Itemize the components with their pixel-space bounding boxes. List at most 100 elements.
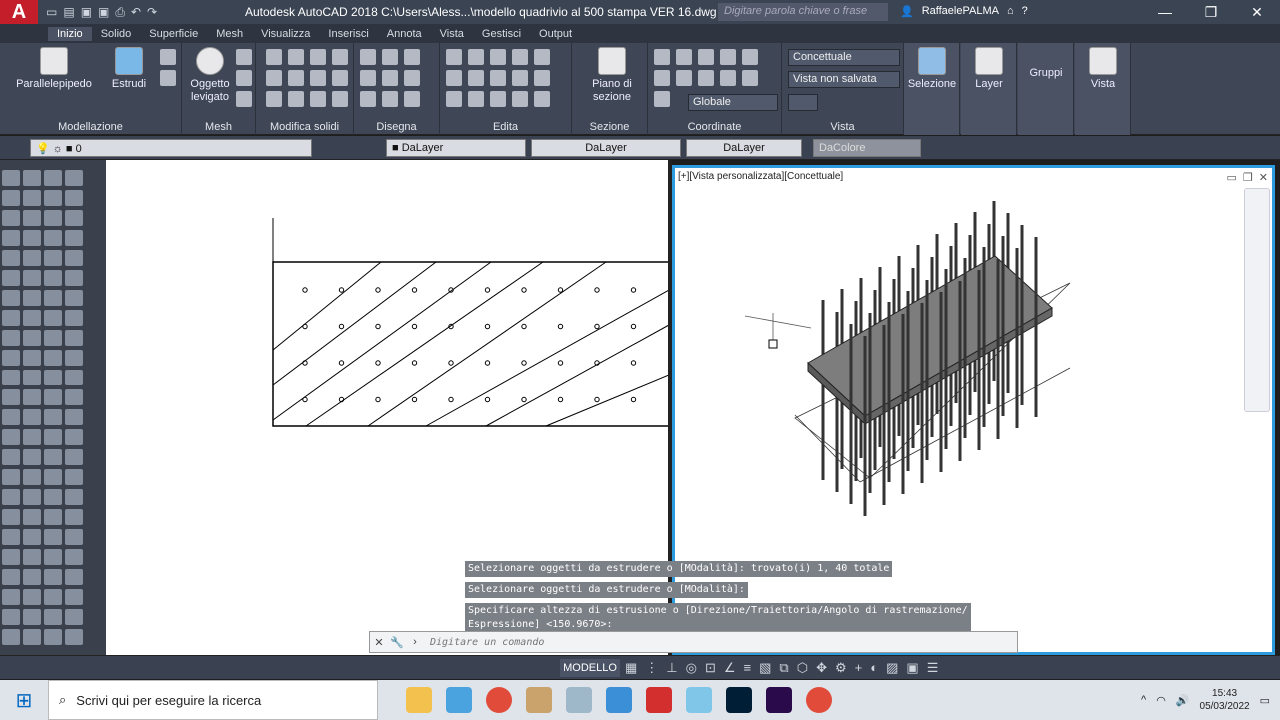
move-icon[interactable] bbox=[468, 49, 484, 65]
palette-tool-icon[interactable] bbox=[2, 569, 20, 586]
palette-tool-icon[interactable] bbox=[65, 628, 83, 645]
panel-layer[interactable]: Layer bbox=[961, 43, 1017, 135]
tab-gestisci[interactable]: Gestisci bbox=[473, 27, 530, 41]
3d-osnap-icon[interactable]: ⬡ bbox=[797, 660, 808, 676]
palette-tool-icon[interactable] bbox=[65, 209, 83, 226]
palette-tool-icon[interactable] bbox=[2, 549, 20, 566]
windows-start-icon[interactable]: ⊞ bbox=[0, 688, 48, 713]
panel-title-disegna[interactable]: Disegna bbox=[354, 121, 439, 133]
premiere-icon[interactable] bbox=[766, 687, 792, 713]
mesh-smooth-icon[interactable] bbox=[236, 49, 252, 65]
lineweight-combo[interactable]: DaLayer bbox=[686, 139, 802, 157]
palette-tool-icon[interactable] bbox=[65, 329, 83, 346]
palette-tool-icon[interactable] bbox=[23, 229, 41, 246]
palette-tool-icon[interactable] bbox=[23, 509, 41, 526]
palette-tool-icon[interactable] bbox=[44, 389, 62, 406]
mesh-crease-icon[interactable] bbox=[236, 91, 252, 107]
taskbar-search[interactable]: ⌕ Scrivi qui per eseguire la ricerca bbox=[48, 680, 378, 720]
palette-tool-icon[interactable] bbox=[65, 469, 83, 486]
palette-tool-icon[interactable] bbox=[23, 209, 41, 226]
palette-tool-icon[interactable] bbox=[23, 569, 41, 586]
palette-tool-icon[interactable] bbox=[2, 509, 20, 526]
palette-tool-icon[interactable] bbox=[23, 189, 41, 206]
ucs-z-icon[interactable] bbox=[742, 49, 758, 65]
ucs-icon-toggle[interactable] bbox=[654, 91, 670, 107]
ucs-icon[interactable] bbox=[654, 49, 670, 65]
photoshop-icon[interactable] bbox=[726, 687, 752, 713]
erase-icon[interactable] bbox=[446, 91, 462, 107]
saved-view-combo[interactable]: Vista non salvata bbox=[788, 71, 900, 88]
palette-tool-icon[interactable] bbox=[44, 569, 62, 586]
plus-icon[interactable]: + bbox=[855, 660, 863, 676]
palette-tool-icon[interactable] bbox=[23, 589, 41, 605]
palette-tool-icon[interactable] bbox=[44, 628, 62, 645]
photos-icon[interactable] bbox=[606, 687, 632, 713]
tray-chevron-icon[interactable]: ^ bbox=[1141, 694, 1146, 706]
rotate-icon[interactable] bbox=[512, 49, 528, 65]
palette-tool-icon[interactable] bbox=[44, 170, 62, 186]
panel-title-modellazione[interactable]: Modellazione bbox=[0, 121, 181, 133]
tab-superficie[interactable]: Superficie bbox=[140, 27, 207, 41]
open-icon[interactable]: ▤ bbox=[63, 5, 74, 20]
intersect-icon[interactable] bbox=[310, 49, 326, 65]
command-input[interactable] bbox=[430, 636, 950, 648]
chrome-icon[interactable] bbox=[486, 687, 512, 713]
tab-output[interactable]: Output bbox=[530, 27, 581, 41]
palette-tool-icon[interactable] bbox=[65, 309, 83, 326]
vista-button[interactable]: Vista bbox=[1077, 47, 1129, 91]
palette-tool-icon[interactable] bbox=[23, 269, 41, 286]
minimize-button[interactable]: — bbox=[1142, 0, 1188, 24]
palette-tool-icon[interactable] bbox=[2, 469, 20, 486]
palette-tool-icon[interactable] bbox=[23, 409, 41, 426]
command-prompt-icon[interactable]: › bbox=[406, 636, 424, 648]
file-explorer-icon[interactable] bbox=[406, 687, 432, 713]
presspull-icon[interactable] bbox=[160, 70, 176, 86]
palette-tool-icon[interactable] bbox=[44, 309, 62, 326]
palette-tool-icon[interactable] bbox=[44, 229, 62, 246]
slice-icon[interactable] bbox=[332, 49, 348, 65]
palette-tool-icon[interactable] bbox=[44, 509, 62, 526]
polysolid-icon[interactable] bbox=[160, 49, 176, 65]
user-name[interactable]: RaffaelePALMA bbox=[922, 5, 999, 18]
palette-tool-icon[interactable] bbox=[23, 449, 41, 466]
palette-tool-icon[interactable] bbox=[44, 589, 62, 605]
thicken-icon[interactable] bbox=[288, 70, 304, 86]
palette-tool-icon[interactable] bbox=[2, 249, 20, 266]
palette-tool-icon[interactable] bbox=[2, 170, 20, 186]
panel-title-edita[interactable]: Edita bbox=[440, 121, 571, 133]
palette-tool-icon[interactable] bbox=[2, 449, 20, 466]
palette-tool-icon[interactable] bbox=[2, 389, 20, 406]
palette-tool-icon[interactable] bbox=[65, 489, 83, 506]
palette-tool-icon[interactable] bbox=[23, 289, 41, 306]
palette-tool-icon[interactable] bbox=[65, 249, 83, 266]
palette-tool-icon[interactable] bbox=[65, 429, 83, 446]
cart-icon[interactable]: ⌂ bbox=[1007, 5, 1014, 18]
undo-icon[interactable]: ↶ bbox=[131, 5, 141, 20]
ucs-3point-icon[interactable] bbox=[720, 70, 736, 86]
chrome-profile-icon[interactable] bbox=[806, 687, 832, 713]
palette-tool-icon[interactable] bbox=[23, 309, 41, 326]
palette-tool-icon[interactable] bbox=[2, 628, 20, 645]
palette-tool-icon[interactable] bbox=[2, 608, 20, 625]
array-icon[interactable] bbox=[534, 70, 550, 86]
ucs-view-icon[interactable] bbox=[654, 70, 670, 86]
palette-tool-icon[interactable] bbox=[65, 229, 83, 246]
trim-icon[interactable] bbox=[446, 49, 462, 65]
control-panel-icon[interactable] bbox=[446, 687, 472, 713]
union-icon[interactable] bbox=[266, 49, 282, 65]
offset-edge-icon[interactable] bbox=[266, 91, 282, 107]
wifi-icon[interactable]: ◠ bbox=[1156, 694, 1166, 707]
palette-tool-icon[interactable] bbox=[23, 389, 41, 406]
palette-tool-icon[interactable] bbox=[65, 369, 83, 386]
palette-tool-icon[interactable] bbox=[65, 189, 83, 206]
interfere-icon[interactable] bbox=[266, 70, 282, 86]
extract-edges-icon[interactable] bbox=[310, 70, 326, 86]
autocad-logo-icon[interactable]: A bbox=[0, 0, 38, 24]
palette-tool-icon[interactable] bbox=[44, 489, 62, 506]
palette-tool-icon[interactable] bbox=[23, 529, 41, 546]
mirror-icon[interactable] bbox=[490, 70, 506, 86]
tab-inserisci[interactable]: Inserisci bbox=[319, 27, 377, 41]
mesh-refine-icon[interactable] bbox=[236, 70, 252, 86]
grid-icon[interactable]: ▦ bbox=[625, 660, 637, 676]
palette-tool-icon[interactable] bbox=[44, 409, 62, 426]
